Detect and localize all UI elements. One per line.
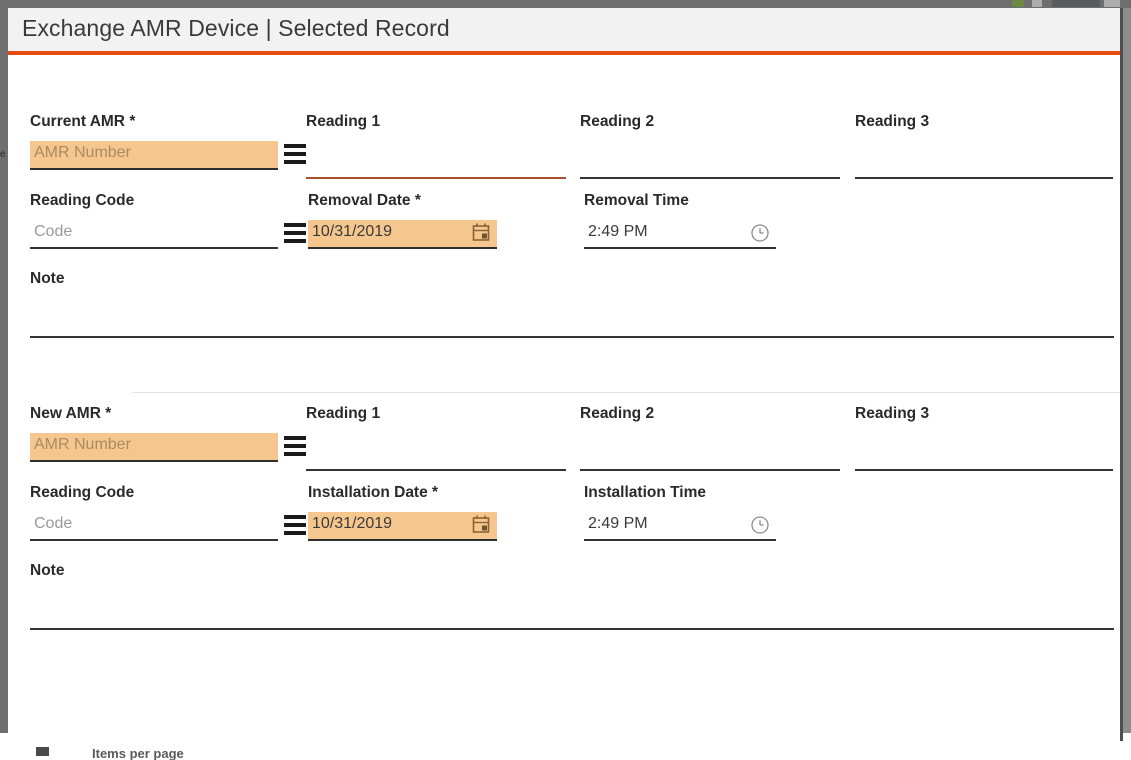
backdrop-side-text: e bbox=[0, 150, 8, 160]
new-reading3-input[interactable] bbox=[855, 442, 1113, 471]
backdrop-chip bbox=[1052, 0, 1100, 7]
installation-time-value: 2:49 PM bbox=[588, 515, 648, 533]
backdrop-chip bbox=[1012, 0, 1024, 7]
new-reading1-input[interactable] bbox=[306, 442, 566, 471]
new-note-input[interactable] bbox=[30, 590, 1114, 630]
field-installation-time: Installation Time 2:49 PM bbox=[584, 484, 776, 542]
hamburger-list-icon[interactable] bbox=[284, 515, 306, 539]
field-current-note: Note bbox=[30, 270, 1114, 338]
backdrop-chip bbox=[1032, 0, 1042, 7]
field-new-note: Note bbox=[30, 562, 1114, 630]
new-reading-code-label: Reading Code bbox=[30, 484, 278, 502]
hamburger-list-icon[interactable] bbox=[284, 144, 306, 168]
field-removal-date: Removal Date * 10/31/2019 bbox=[308, 192, 497, 250]
current-reading-code-label: Reading Code bbox=[30, 192, 278, 210]
hamburger-list-icon[interactable] bbox=[284, 436, 306, 460]
removal-time-label: Removal Time bbox=[584, 192, 776, 210]
field-removal-time: Removal Time 2:49 PM bbox=[584, 192, 776, 250]
field-new-reading3: Reading 3 bbox=[855, 405, 1113, 471]
new-note-label: Note bbox=[30, 562, 1114, 580]
current-reading1-input[interactable] bbox=[306, 150, 566, 179]
field-current-reading-code: Reading Code Code bbox=[30, 192, 278, 250]
backdrop-left-strip bbox=[0, 8, 8, 733]
current-reading3-label: Reading 3 bbox=[855, 113, 1113, 131]
calendar-icon[interactable] bbox=[471, 222, 493, 246]
new-reading3-label: Reading 3 bbox=[855, 405, 1113, 423]
current-reading-code-placeholder: Code bbox=[34, 223, 72, 241]
new-reading2-input[interactable] bbox=[580, 442, 840, 471]
removal-date-value: 10/31/2019 bbox=[312, 223, 392, 241]
new-amr-placeholder: AMR Number bbox=[34, 436, 131, 454]
new-reading-code-placeholder: Code bbox=[34, 515, 72, 533]
backdrop-chip bbox=[1104, 0, 1120, 7]
field-current-reading3: Reading 3 bbox=[855, 113, 1113, 179]
removal-date-label: Removal Date * bbox=[308, 192, 497, 210]
new-amr-label: New AMR * bbox=[30, 405, 278, 423]
current-note-input[interactable] bbox=[30, 298, 1114, 338]
current-amr-label: Current AMR * bbox=[30, 113, 278, 131]
removal-time-value: 2:49 PM bbox=[588, 223, 648, 241]
field-current-amr: Current AMR * AMR Number bbox=[30, 113, 278, 171]
field-installation-date: Installation Date * 10/31/2019 bbox=[308, 484, 497, 542]
installation-time-label: Installation Time bbox=[584, 484, 776, 502]
current-reading2-input[interactable] bbox=[580, 150, 840, 179]
installation-date-label: Installation Date * bbox=[308, 484, 497, 502]
new-reading2-label: Reading 2 bbox=[580, 405, 840, 423]
current-reading3-input[interactable] bbox=[855, 150, 1113, 179]
field-new-reading2: Reading 2 bbox=[580, 405, 840, 471]
items-per-page-label: Items per page bbox=[92, 746, 184, 760]
dialog-body: Current AMR * AMR Number Reading 1 bbox=[8, 55, 1120, 741]
dialog-titlebar: Exchange AMR Device | Selected Record bbox=[8, 8, 1120, 55]
section-divider bbox=[132, 392, 1120, 393]
backdrop-top-chrome bbox=[0, 0, 1131, 8]
field-new-reading1: Reading 1 bbox=[306, 405, 566, 471]
clock-icon[interactable] bbox=[750, 222, 772, 246]
field-current-reading1: Reading 1 bbox=[306, 113, 566, 179]
dialog-title: Exchange AMR Device | Selected Record bbox=[22, 15, 450, 42]
current-reading2-label: Reading 2 bbox=[580, 113, 840, 131]
field-new-reading-code: Reading Code Code bbox=[30, 484, 278, 542]
current-note-label: Note bbox=[30, 270, 1114, 288]
installation-date-value: 10/31/2019 bbox=[312, 515, 392, 533]
field-new-amr: New AMR * AMR Number bbox=[30, 405, 278, 463]
calendar-icon[interactable] bbox=[471, 514, 493, 538]
current-reading1-label: Reading 1 bbox=[306, 113, 566, 131]
field-current-reading2: Reading 2 bbox=[580, 113, 840, 179]
current-amr-placeholder: AMR Number bbox=[34, 144, 131, 162]
exchange-amr-dialog: Exchange AMR Device | Selected Record Cu… bbox=[8, 8, 1123, 741]
hamburger-list-icon[interactable] bbox=[284, 223, 306, 247]
clock-icon[interactable] bbox=[750, 514, 772, 538]
new-reading1-label: Reading 1 bbox=[306, 405, 566, 423]
